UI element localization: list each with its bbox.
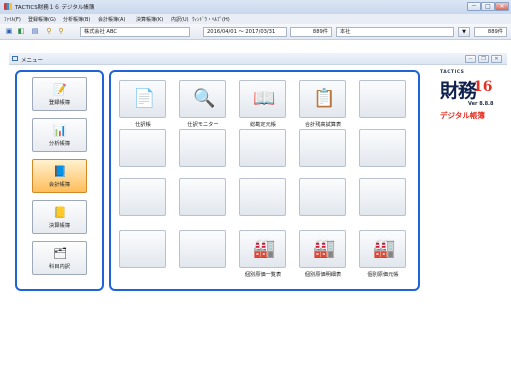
tile-label: 個別原価明細表 bbox=[304, 272, 342, 278]
empty-tile bbox=[179, 129, 226, 167]
category-label: 会計帳簿 bbox=[48, 182, 71, 188]
office-field: 本社 bbox=[336, 27, 454, 37]
category-accounting-button[interactable]: 📘 会計帳簿 bbox=[32, 159, 87, 193]
print-icon[interactable]: ▤ bbox=[30, 27, 40, 36]
save-icon[interactable]: ▣ bbox=[4, 27, 14, 36]
cost-list-button[interactable]: 🏭 個別原価一覧表 bbox=[239, 230, 286, 278]
tile-label: 個別原価元帳 bbox=[367, 272, 399, 278]
menu-bar: ﾌｧｲﾙ(F) 登録帳簿(G) 分析帳簿(B) 会計帳簿(A) 決算帳簿(K) … bbox=[0, 14, 511, 24]
title-bar: TACTICS財務１６ デジタル帳簿 － □ ✕ bbox=[0, 0, 511, 14]
cost-list-icon: 🏭 bbox=[253, 238, 276, 259]
accounting-book-icon: 📘 bbox=[53, 165, 67, 178]
category-panel: 📝 登録帳簿 📊 分析帳簿 📘 会計帳簿 📒 決算帳簿 🗂 科目内訳 bbox=[15, 70, 104, 291]
maximize-button[interactable]: □ bbox=[481, 2, 495, 11]
journal-button[interactable]: 📄 仕訳帳 bbox=[119, 80, 166, 128]
search-icon[interactable]: ⚲ bbox=[56, 27, 66, 36]
empty-tile bbox=[359, 129, 406, 167]
app-window: TACTICS財務１６ デジタル帳簿 － □ ✕ ﾌｧｲﾙ(F) 登録帳簿(G)… bbox=[0, 0, 511, 374]
empty-tile bbox=[299, 178, 346, 216]
trial-balance-button[interactable]: 📋 合計残高試算表 bbox=[299, 80, 346, 128]
journal-icon: 📄 bbox=[133, 88, 156, 109]
empty-tile bbox=[239, 129, 286, 167]
empty-tile bbox=[299, 129, 346, 167]
menu-close-button[interactable]: ✕ bbox=[491, 55, 502, 63]
chevron-down-icon[interactable]: ▼ bbox=[458, 27, 470, 37]
function-grid-panel: 📄 仕訳帳 🔍 仕訳モニター 📖 総勘定元帳 📋 合計残高試算表 🏭 個別原価一… bbox=[109, 70, 420, 291]
minimize-button[interactable]: － bbox=[467, 2, 481, 11]
period-field: 2016/04/01 〜 2017/03/31 bbox=[203, 27, 287, 37]
key-icon[interactable]: ⚲ bbox=[44, 27, 54, 36]
empty-tile bbox=[119, 178, 166, 216]
cost-detail-icon: 🏭 bbox=[313, 238, 336, 259]
menu-accounting[interactable]: 会計帳簿(A) bbox=[98, 16, 125, 23]
menu-restore-button[interactable]: ❐ bbox=[478, 55, 489, 63]
empty-tile bbox=[179, 178, 226, 216]
menu-window-help[interactable]: ｳｨﾝﾄﾞｳ・ﾍﾙﾌﾟ(H) bbox=[192, 16, 230, 23]
brand-subtitle: デジタル帳簿 bbox=[440, 111, 485, 120]
menu-settlement[interactable]: 決算帳簿(K) bbox=[136, 16, 163, 23]
menu-register[interactable]: 登録帳簿(G) bbox=[28, 16, 56, 23]
tile-label: 総勘定元帳 bbox=[250, 122, 276, 128]
window-icon bbox=[12, 56, 18, 61]
category-register-button[interactable]: 📝 登録帳簿 bbox=[32, 77, 87, 111]
category-analysis-button[interactable]: 📊 分析帳簿 bbox=[32, 118, 87, 152]
category-breakdown-button[interactable]: 🗂 科目内訳 bbox=[32, 241, 87, 275]
brand-small-text: TACTICS bbox=[440, 70, 465, 75]
category-settlement-button[interactable]: 📒 決算帳簿 bbox=[32, 200, 87, 234]
menu-window-title: メニュー bbox=[21, 58, 44, 64]
brand-main-text: 財務 bbox=[440, 80, 477, 102]
tile-label: 合計残高試算表 bbox=[304, 122, 342, 128]
settlement-book-icon: 📒 bbox=[53, 206, 67, 219]
toolbar: ▣ ◧ ▤ ⚲ ⚲ 株式会社 ABC 2016/04/01 〜 2017/03/… bbox=[0, 24, 511, 40]
company-field: 株式会社 ABC bbox=[80, 27, 190, 37]
category-label: 科目内訳 bbox=[48, 264, 71, 270]
general-ledger-button[interactable]: 📖 総勘定元帳 bbox=[239, 80, 286, 128]
register-book-icon: 📝 bbox=[53, 83, 67, 96]
empty-tile bbox=[179, 230, 226, 268]
cost-ledger-button[interactable]: 🏭 個別原価元帳 bbox=[359, 230, 406, 278]
general-ledger-icon: 📖 bbox=[253, 88, 276, 109]
category-label: 分析帳簿 bbox=[48, 141, 71, 147]
menu-window-titlebar: メニュー － ❐ ✕ bbox=[9, 53, 507, 65]
menu-file[interactable]: ﾌｧｲﾙ(F) bbox=[4, 16, 21, 23]
empty-tile bbox=[359, 178, 406, 216]
record-count: 889件 bbox=[290, 27, 332, 37]
window-title: TACTICS財務１６ デジタル帳簿 bbox=[15, 5, 95, 11]
category-label: 決算帳簿 bbox=[48, 223, 71, 229]
version-label: Ver 8.8.8 bbox=[468, 101, 494, 107]
empty-tile bbox=[239, 178, 286, 216]
menu-breakdown[interactable]: 内訳(U) bbox=[171, 16, 189, 23]
trial-balance-icon: 📋 bbox=[313, 88, 336, 109]
empty-tile bbox=[359, 80, 406, 118]
journal-monitor-button[interactable]: 🔍 仕訳モニター bbox=[179, 80, 226, 128]
cost-ledger-icon: 🏭 bbox=[373, 238, 396, 259]
brand-logo: TACTICS 財務 16 Ver 8.8.8 デジタル帳簿 bbox=[430, 70, 502, 120]
right-count: 889件 bbox=[474, 27, 507, 37]
menu-minimize-button[interactable]: － bbox=[465, 55, 476, 63]
app-logo-icon bbox=[4, 3, 12, 10]
tile-label: 仕訳モニター bbox=[187, 122, 219, 128]
brand-number: 16 bbox=[473, 79, 493, 95]
cost-detail-button[interactable]: 🏭 個別原価明細表 bbox=[299, 230, 346, 278]
category-label: 登録帳簿 bbox=[48, 100, 71, 106]
empty-tile bbox=[119, 129, 166, 167]
account-breakdown-icon: 🗂 bbox=[53, 247, 67, 260]
tile-label: 個別原価一覧表 bbox=[244, 272, 282, 278]
export-icon[interactable]: ◧ bbox=[16, 27, 26, 36]
journal-monitor-icon: 🔍 bbox=[193, 88, 216, 109]
menu-analysis[interactable]: 分析帳簿(B) bbox=[63, 16, 90, 23]
close-button[interactable]: ✕ bbox=[495, 2, 509, 11]
analysis-chart-icon: 📊 bbox=[53, 124, 67, 137]
tile-label: 仕訳帳 bbox=[135, 122, 151, 128]
empty-tile bbox=[119, 230, 166, 268]
